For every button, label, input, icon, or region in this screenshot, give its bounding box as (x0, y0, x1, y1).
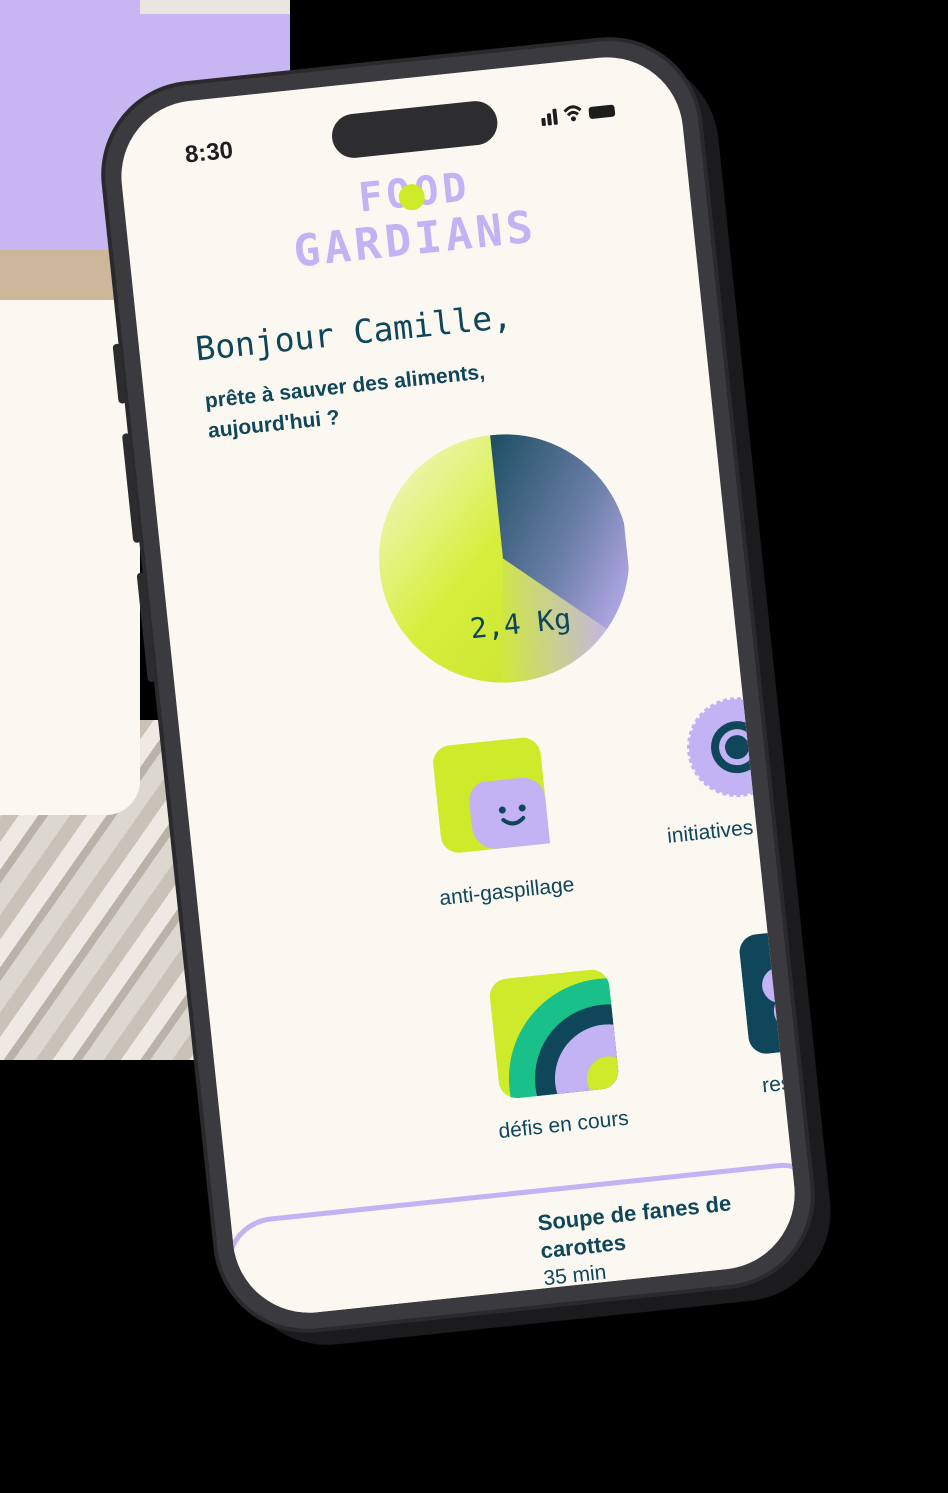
dynamic-island (329, 98, 500, 161)
tile-ressources[interactable]: ressources (708, 920, 803, 1104)
tile-label-ressources: ressources (761, 1063, 803, 1098)
battery-icon (588, 104, 616, 120)
flower-icon (739, 925, 803, 1054)
recipe-time: 35 min (542, 1260, 608, 1291)
logo-line-2: GARDIANS (291, 201, 540, 278)
status-icons (540, 99, 616, 127)
signal-icon (540, 108, 558, 127)
wifi-icon (563, 105, 582, 122)
background-photo-strip (140, 0, 290, 14)
target-badge-icon (687, 697, 788, 798)
recipe-title: Soupe de fanes de carottes (536, 1190, 733, 1264)
tile-label-initiatives-locales: initiatives locales (665, 808, 803, 848)
tile-label-anti-gaspillage: anti-gaspillage (438, 873, 576, 911)
app-logo: FOOD GARDIANS (287, 156, 559, 293)
rainbow-arcs-icon (488, 967, 620, 1100)
status-time: 8:30 (183, 136, 235, 169)
tile-label-defis-en-cours: défis en cours (497, 1106, 630, 1144)
tile-initiatives-locales[interactable]: initiatives locales (647, 689, 802, 852)
recipe-card[interactable]: Soupe de fanes de carottes 35 min Valori… (220, 1157, 803, 1321)
tile-defis-en-cours[interactable]: défis en cours (463, 965, 649, 1148)
smiley-icon (433, 737, 551, 853)
impact-pie-chart[interactable] (367, 422, 640, 695)
app-screen: 8:30 FOOD GARDIANS Bonjour Camille, prêt… (113, 49, 803, 1321)
phone-mockup: 8:30 FOOD GARDIANS Bonjour Camille, prêt… (96, 32, 820, 1338)
tile-anti-gaspillage[interactable]: anti-gaspillage (397, 731, 603, 916)
greeting-title: Bonjour Camille, (193, 296, 514, 369)
